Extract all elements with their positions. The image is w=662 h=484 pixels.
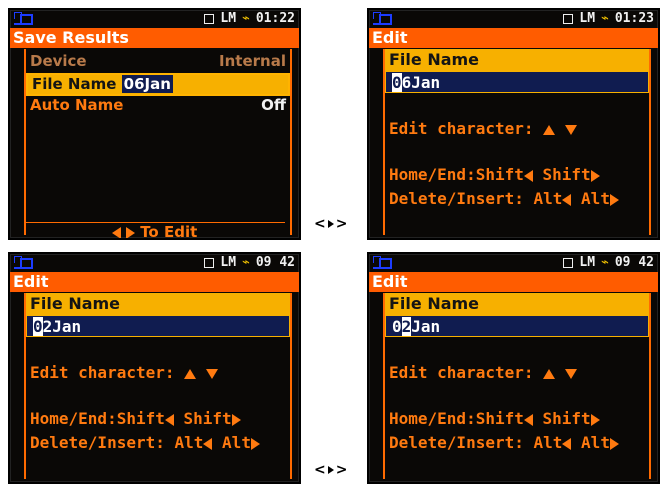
menu-item-device[interactable]: Device Internal <box>26 51 290 72</box>
home-end-hint: Home/End:Shift Shift <box>30 409 241 428</box>
file-name-value: 06Jan <box>121 75 173 93</box>
screen-edit-2: LM ⌁ 09 42 Edit File Name 02Jan Edit cha… <box>8 252 301 484</box>
left-arrow-icon <box>164 413 174 426</box>
right-arrow-icon <box>609 193 619 206</box>
screen-edit-1: LM ⌁ 01:23 Edit File Name 06Jan Edit cha… <box>367 8 660 240</box>
menu-item-value: Internal <box>219 52 286 70</box>
screen-title: Edit <box>10 272 299 292</box>
menu-item-auto-name[interactable]: Auto Name Off <box>26 95 290 116</box>
clock: 09 42 <box>614 255 654 270</box>
down-arrow-icon <box>205 368 218 379</box>
home-end-hint: Home/End:Shift Shift <box>389 409 600 428</box>
menu-item-file-name[interactable]: File Name 06Jan <box>26 73 290 96</box>
mem-label: LM <box>220 11 237 26</box>
edit-character-hint: Edit character: <box>389 363 577 382</box>
display-mode-icon <box>14 12 33 25</box>
edit-hint: To Edit <box>10 223 299 240</box>
home-end-hint: Home/End:Shift Shift <box>389 165 600 184</box>
file-name-input[interactable]: 02Jan <box>26 315 290 337</box>
edit-hint-label: To Edit <box>140 223 198 240</box>
up-arrow-icon <box>543 124 556 135</box>
screen-title: Edit <box>369 28 658 48</box>
down-arrow-icon <box>564 368 577 379</box>
memory-icon <box>204 13 215 24</box>
left-arrow-icon <box>111 226 121 238</box>
edit-panel: File Name 02Jan Edit character: Home/End… <box>24 293 292 479</box>
transition-arrow: < > <box>314 216 348 232</box>
mem-label: LM <box>220 255 237 270</box>
delete-insert-hint: Delete/Insert: Alt Alt <box>389 189 619 208</box>
edit-character-hint: Edit character: <box>30 363 218 382</box>
right-arrow-icon <box>590 413 600 426</box>
status-bar: LM ⌁ 01:23 <box>369 10 658 28</box>
battery-icon: ⌁ <box>242 11 250 26</box>
edit-panel: File Name 02Jan Edit character: Home/End… <box>383 293 651 479</box>
left-arrow-icon <box>203 437 213 450</box>
transition-arrow: < > <box>314 462 348 478</box>
memory-icon <box>563 257 574 268</box>
status-bar: LM ⌁ 01:22 <box>10 10 299 28</box>
battery-icon: ⌁ <box>601 11 609 26</box>
field-label: File Name <box>385 49 649 71</box>
memory-icon <box>204 257 215 268</box>
left-arrow-icon <box>523 169 533 182</box>
delete-insert-hint: Delete/Insert: Alt Alt <box>389 433 619 452</box>
text-cursor: 0 <box>33 317 43 336</box>
delete-insert-hint: Delete/Insert: Alt Alt <box>30 433 260 452</box>
mem-label: LM <box>579 255 596 270</box>
display-mode-icon <box>373 12 392 25</box>
menu-item-label: Auto Name <box>30 96 124 114</box>
down-arrow-icon <box>564 124 577 135</box>
up-arrow-icon <box>184 368 197 379</box>
clock: 01:22 <box>255 11 295 26</box>
memory-icon <box>563 13 574 24</box>
right-arrow-icon <box>590 169 600 182</box>
left-arrow-icon <box>562 437 572 450</box>
edit-panel: File Name 06Jan Edit character: Home/End… <box>383 49 651 235</box>
menu-item-label: Device <box>30 52 87 70</box>
options-panel: Device Internal File Name 06Jan Auto Nam… <box>24 49 292 235</box>
screen-save-results: LM ⌁ 01:22 Save Results Device Internal … <box>8 8 301 240</box>
edit-character-hint: Edit character: <box>389 119 577 138</box>
status-bar: LM ⌁ 09 42 <box>10 254 299 272</box>
right-arrow-icon <box>250 437 260 450</box>
right-arrow-icon <box>609 437 619 450</box>
left-arrow-icon <box>523 413 533 426</box>
text-cursor: 2 <box>401 317 412 336</box>
menu-item-label: File Name <box>32 75 117 93</box>
right-arrow-icon <box>231 413 241 426</box>
battery-icon: ⌁ <box>242 255 250 270</box>
up-arrow-icon <box>543 368 556 379</box>
display-mode-icon <box>14 256 33 269</box>
status-bar: LM ⌁ 09 42 <box>369 254 658 272</box>
left-arrow-icon <box>562 193 572 206</box>
screen-edit-3: LM ⌁ 09 42 Edit File Name 02Jan Edit cha… <box>367 252 660 484</box>
file-name-input[interactable]: 06Jan <box>385 71 649 93</box>
field-label: File Name <box>26 293 290 315</box>
mem-label: LM <box>579 11 596 26</box>
display-mode-icon <box>373 256 392 269</box>
screen-title: Edit <box>369 272 658 292</box>
battery-icon: ⌁ <box>601 255 609 270</box>
menu-item-value: Off <box>261 96 286 114</box>
clock: 01:23 <box>614 11 654 26</box>
file-name-input[interactable]: 02Jan <box>385 315 649 337</box>
right-arrow-icon <box>125 226 135 238</box>
text-cursor: 0 <box>392 73 402 92</box>
field-label: File Name <box>385 293 649 315</box>
clock: 09 42 <box>255 255 295 270</box>
screen-title: Save Results <box>10 28 299 48</box>
